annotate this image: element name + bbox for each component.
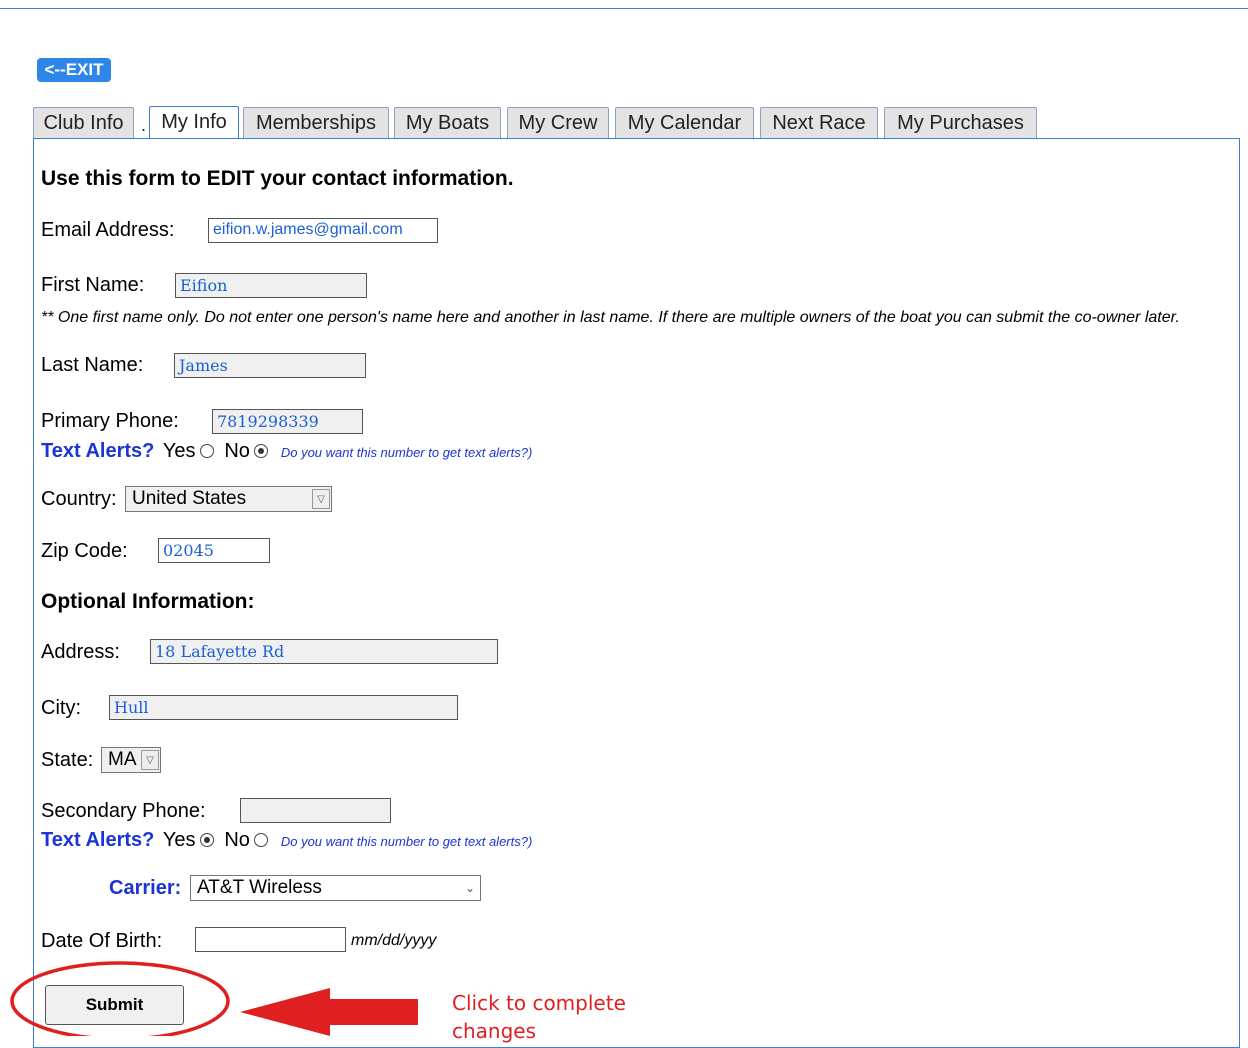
- secondary-text-alerts-row: Text Alerts? Yes No Do you want this num…: [41, 829, 532, 852]
- text-alerts-note: Do you want this number to get text aler…: [280, 834, 533, 849]
- first-name-note: ** One first name only. Do not enter one…: [41, 309, 1180, 326]
- state-label: State:: [41, 749, 94, 771]
- country-label: Country:: [41, 488, 117, 510]
- state-select[interactable]: MA ▽: [101, 747, 161, 773]
- zip-label: Zip Code:: [41, 540, 128, 562]
- email-label: Email Address:: [41, 219, 175, 241]
- tab-club-info[interactable]: Club Info: [33, 107, 134, 138]
- top-divider: [0, 8, 1248, 9]
- exit-button[interactable]: <--EXIT: [37, 58, 111, 82]
- arrow-left-icon: [240, 988, 418, 1036]
- chevron-down-icon: ⌄: [464, 881, 476, 895]
- primary-text-alerts-row: Text Alerts? Yes No Do you want this num…: [41, 440, 532, 463]
- address-label: Address:: [41, 641, 120, 663]
- yes-label: Yes: [162, 440, 196, 462]
- state-value: MA: [108, 749, 137, 770]
- first-name-label: First Name:: [41, 274, 145, 296]
- email-field[interactable]: eifion.w.james@gmail.com: [208, 218, 438, 243]
- callout-line2: changes: [452, 1019, 537, 1043]
- dob-field[interactable]: [195, 927, 346, 952]
- primary-phone-field[interactable]: 7819298339: [212, 409, 363, 434]
- country-select[interactable]: United States ▽: [125, 486, 332, 512]
- secondary-alerts-no-radio[interactable]: [254, 832, 269, 847]
- last-name-label: Last Name:: [41, 354, 144, 376]
- city-label: City:: [41, 697, 81, 719]
- carrier-label: Carrier:: [109, 877, 182, 899]
- chevron-down-icon: ▽: [312, 489, 330, 509]
- tab-my-calendar[interactable]: My Calendar: [615, 107, 754, 138]
- tab-my-info[interactable]: My Info: [149, 106, 239, 139]
- tab-my-boats[interactable]: My Boats: [394, 107, 501, 138]
- no-label: No: [224, 829, 250, 851]
- carrier-value: AT&T Wireless: [197, 877, 322, 898]
- text-alerts-label: Text Alerts?: [41, 829, 155, 851]
- tab-my-crew[interactable]: My Crew: [507, 107, 609, 138]
- secondary-phone-field[interactable]: [240, 798, 391, 823]
- zip-field[interactable]: 02045: [158, 538, 270, 563]
- tab-next-race[interactable]: Next Race: [760, 107, 878, 138]
- carrier-select[interactable]: AT&T Wireless ⌄: [190, 875, 481, 901]
- form-heading: Use this form to EDIT your contact infor…: [41, 167, 514, 190]
- country-value: United States: [132, 488, 247, 509]
- last-name-field[interactable]: James: [174, 353, 366, 378]
- optional-heading: Optional Information:: [41, 590, 255, 613]
- tab-separator: .: [141, 115, 147, 135]
- tab-my-purchases[interactable]: My Purchases: [884, 107, 1037, 138]
- primary-phone-label: Primary Phone:: [41, 410, 179, 432]
- text-alerts-label: Text Alerts?: [41, 440, 155, 462]
- city-field[interactable]: Hull: [109, 695, 458, 720]
- tab-memberships[interactable]: Memberships: [243, 107, 389, 138]
- secondary-alerts-yes-radio[interactable]: [199, 832, 214, 847]
- no-label: No: [224, 440, 250, 462]
- dob-hint: mm/dd/yyyy: [351, 932, 437, 949]
- secondary-phone-label: Secondary Phone:: [41, 800, 206, 822]
- dob-label: Date Of Birth:: [41, 930, 163, 952]
- yes-label: Yes: [162, 829, 196, 851]
- first-name-field[interactable]: Eifion: [175, 273, 367, 298]
- callout-line1: Click to complete: [452, 991, 626, 1015]
- chevron-down-icon: ▽: [141, 750, 159, 770]
- address-field[interactable]: 18 Lafayette Rd: [150, 639, 498, 664]
- text-alerts-note: Do you want this number to get text aler…: [280, 445, 533, 460]
- primary-alerts-yes-radio[interactable]: [199, 443, 214, 458]
- highlight-ellipse: [10, 961, 230, 1036]
- primary-alerts-no-radio[interactable]: [254, 443, 269, 458]
